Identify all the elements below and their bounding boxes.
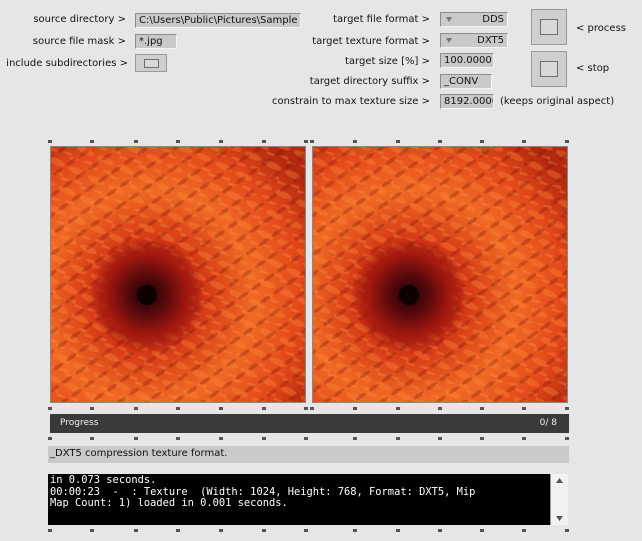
- stop-button-inner: [540, 61, 558, 77]
- scroll-down-arrow-icon[interactable]: [556, 516, 563, 521]
- flower-image: [51, 147, 305, 402]
- max-texture-size-field[interactable]: 8192.0000: [440, 94, 494, 109]
- source-directory-field[interactable]: C:\Users\Public\Pictures\Sample: [135, 13, 301, 28]
- stop-label: < stop: [576, 63, 610, 74]
- console-line: Map Count: 1) loaded in 0.001 seconds.: [50, 497, 288, 509]
- process-button[interactable]: [531, 9, 567, 45]
- include-subdirectories-label: include subdirectories >: [6, 58, 128, 69]
- log-console[interactable]: in 0.073 seconds. 00:00:23 - : Texture (W…: [48, 474, 568, 525]
- console-scrollbar[interactable]: [550, 474, 568, 525]
- progress-count: 0/ 8: [539, 418, 557, 428]
- constrain-max-texture-label: constrain to max texture size >: [271, 96, 430, 107]
- target-size-label: target size [%] >: [344, 56, 430, 67]
- console-line: in 0.073 seconds.: [50, 474, 157, 486]
- target-size-field[interactable]: 100.0000: [440, 53, 494, 68]
- include-subdirectories-toggle[interactable]: [135, 54, 167, 72]
- target-directory-suffix-label: target directory suffix >: [309, 76, 430, 87]
- toggle-inner-box: [144, 59, 159, 68]
- status-message-bar: _DXT5 compression texture format.: [48, 446, 569, 463]
- target-texture-format-label: target texture format >: [312, 36, 430, 47]
- target-file-format-dropdown[interactable]: DDS: [440, 12, 508, 27]
- target-texture-format-value: DXT5: [477, 35, 504, 46]
- stop-button[interactable]: [531, 51, 567, 87]
- source-directory-label: source directory >: [33, 14, 126, 25]
- source-file-mask-field[interactable]: *.jpg: [135, 34, 177, 49]
- target-file-format-label: target file format >: [333, 14, 430, 25]
- process-label: < process: [576, 23, 626, 34]
- flower-image: [313, 147, 567, 402]
- target-directory-suffix-field[interactable]: _CONV: [440, 74, 492, 89]
- process-button-inner: [540, 19, 558, 35]
- dropdown-arrow-icon: [446, 38, 452, 43]
- target-texture-format-dropdown[interactable]: DXT5: [440, 33, 508, 48]
- target-file-format-value: DDS: [482, 14, 504, 25]
- dropdown-arrow-icon: [446, 17, 452, 22]
- converted-image-preview: [312, 146, 568, 403]
- source-image-preview: [50, 146, 306, 403]
- scroll-up-arrow-icon[interactable]: [556, 478, 563, 483]
- console-lines: in 0.073 seconds. 00:00:23 - : Texture (W…: [50, 474, 566, 510]
- source-file-mask-label: source file mask >: [32, 36, 126, 47]
- progress-label: Progress: [60, 418, 99, 428]
- keeps-aspect-note: (keeps original aspect): [500, 96, 615, 107]
- progress-bar: Progress 0/ 8: [50, 414, 569, 433]
